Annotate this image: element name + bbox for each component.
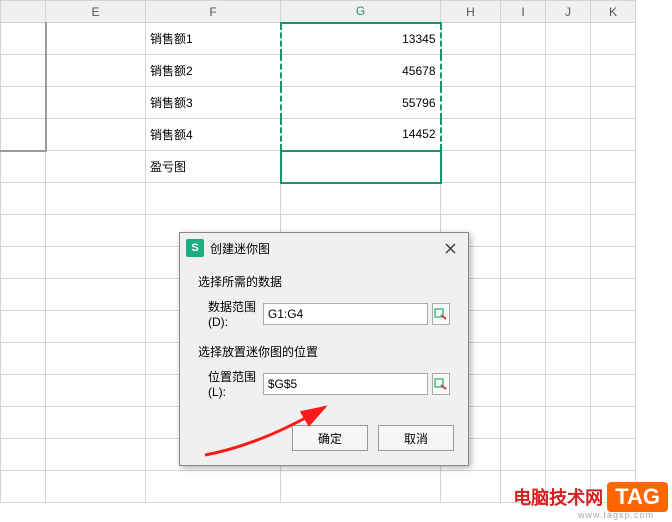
- col-header-G[interactable]: G: [281, 1, 441, 23]
- col-header-F[interactable]: F: [146, 1, 281, 23]
- app-icon: S: [186, 239, 204, 257]
- cell-value[interactable]: 13345: [281, 23, 441, 55]
- cell[interactable]: [501, 55, 546, 87]
- close-button[interactable]: [438, 238, 462, 258]
- location-range-picker-button[interactable]: [432, 373, 450, 395]
- cell[interactable]: [546, 23, 591, 55]
- cell[interactable]: [46, 23, 146, 55]
- create-sparkline-dialog: S 创建迷你图 选择所需的数据 数据范围(D): 选择放置迷你图的位置 位置范围…: [179, 232, 469, 466]
- cell[interactable]: [46, 119, 146, 151]
- cell[interactable]: [591, 55, 636, 87]
- cell[interactable]: [501, 87, 546, 119]
- location-range-input[interactable]: [263, 373, 428, 395]
- ok-button[interactable]: 确定: [292, 425, 368, 451]
- data-range-input[interactable]: [263, 303, 428, 325]
- cell-value[interactable]: 14452: [281, 119, 441, 151]
- cell[interactable]: [591, 151, 636, 183]
- col-header-K[interactable]: K: [591, 1, 636, 23]
- table-row: 销售额4 14452: [1, 119, 636, 151]
- site-url: www.tagxp.com: [578, 510, 654, 520]
- cell[interactable]: [46, 55, 146, 87]
- site-tag: TAG: [607, 482, 668, 512]
- cell-label[interactable]: 销售额1: [146, 23, 281, 55]
- site-name: 电脑技术网: [513, 484, 603, 510]
- col-header-D[interactable]: [1, 1, 46, 23]
- cell[interactable]: [46, 151, 146, 183]
- cell-label[interactable]: 销售额2: [146, 55, 281, 87]
- col-header-E[interactable]: E: [46, 1, 146, 23]
- table-row: 销售额1 13345: [1, 23, 636, 55]
- col-header-H[interactable]: H: [441, 1, 501, 23]
- cell[interactable]: [591, 23, 636, 55]
- close-icon: [445, 243, 456, 254]
- section-label-location: 选择放置迷你图的位置: [198, 343, 450, 360]
- range-select-icon: [434, 308, 448, 320]
- cell[interactable]: [46, 87, 146, 119]
- table-row: 销售额2 45678: [1, 55, 636, 87]
- cell[interactable]: [441, 55, 501, 87]
- cell[interactable]: [1, 119, 46, 151]
- cell-value[interactable]: 55796: [281, 87, 441, 119]
- cell[interactable]: [591, 119, 636, 151]
- section-label-data: 选择所需的数据: [198, 273, 450, 290]
- col-header-J[interactable]: J: [546, 1, 591, 23]
- column-header-row: E F G H I J K: [1, 1, 636, 23]
- table-row: 盈亏图: [1, 151, 636, 183]
- cell[interactable]: [1, 151, 46, 183]
- cell-label[interactable]: 盈亏图: [146, 151, 281, 183]
- dialog-titlebar[interactable]: S 创建迷你图: [180, 233, 468, 263]
- cell[interactable]: [546, 119, 591, 151]
- data-range-picker-button[interactable]: [432, 303, 450, 325]
- cell[interactable]: [1, 23, 46, 55]
- cell[interactable]: [591, 87, 636, 119]
- location-range-label: 位置范围(L):: [198, 368, 263, 399]
- cell[interactable]: [501, 151, 546, 183]
- cell[interactable]: [441, 23, 501, 55]
- cell[interactable]: [546, 55, 591, 87]
- cell[interactable]: [1, 55, 46, 87]
- cell[interactable]: [501, 119, 546, 151]
- cancel-button[interactable]: 取消: [378, 425, 454, 451]
- active-cell[interactable]: [281, 151, 441, 183]
- cell[interactable]: [546, 151, 591, 183]
- cell[interactable]: [441, 119, 501, 151]
- cell[interactable]: [441, 87, 501, 119]
- col-header-I[interactable]: I: [501, 1, 546, 23]
- table-row: 销售额3 55796: [1, 87, 636, 119]
- data-range-label: 数据范围(D):: [198, 298, 263, 329]
- cell[interactable]: [441, 151, 501, 183]
- cell[interactable]: [501, 23, 546, 55]
- cell-value[interactable]: 45678: [281, 55, 441, 87]
- cell-label[interactable]: 销售额4: [146, 119, 281, 151]
- dialog-title: 创建迷你图: [210, 240, 438, 257]
- site-logo: 电脑技术网 TAG: [513, 482, 668, 512]
- cell-label[interactable]: 销售额3: [146, 87, 281, 119]
- cell[interactable]: [1, 87, 46, 119]
- range-select-icon: [434, 378, 448, 390]
- cell[interactable]: [546, 87, 591, 119]
